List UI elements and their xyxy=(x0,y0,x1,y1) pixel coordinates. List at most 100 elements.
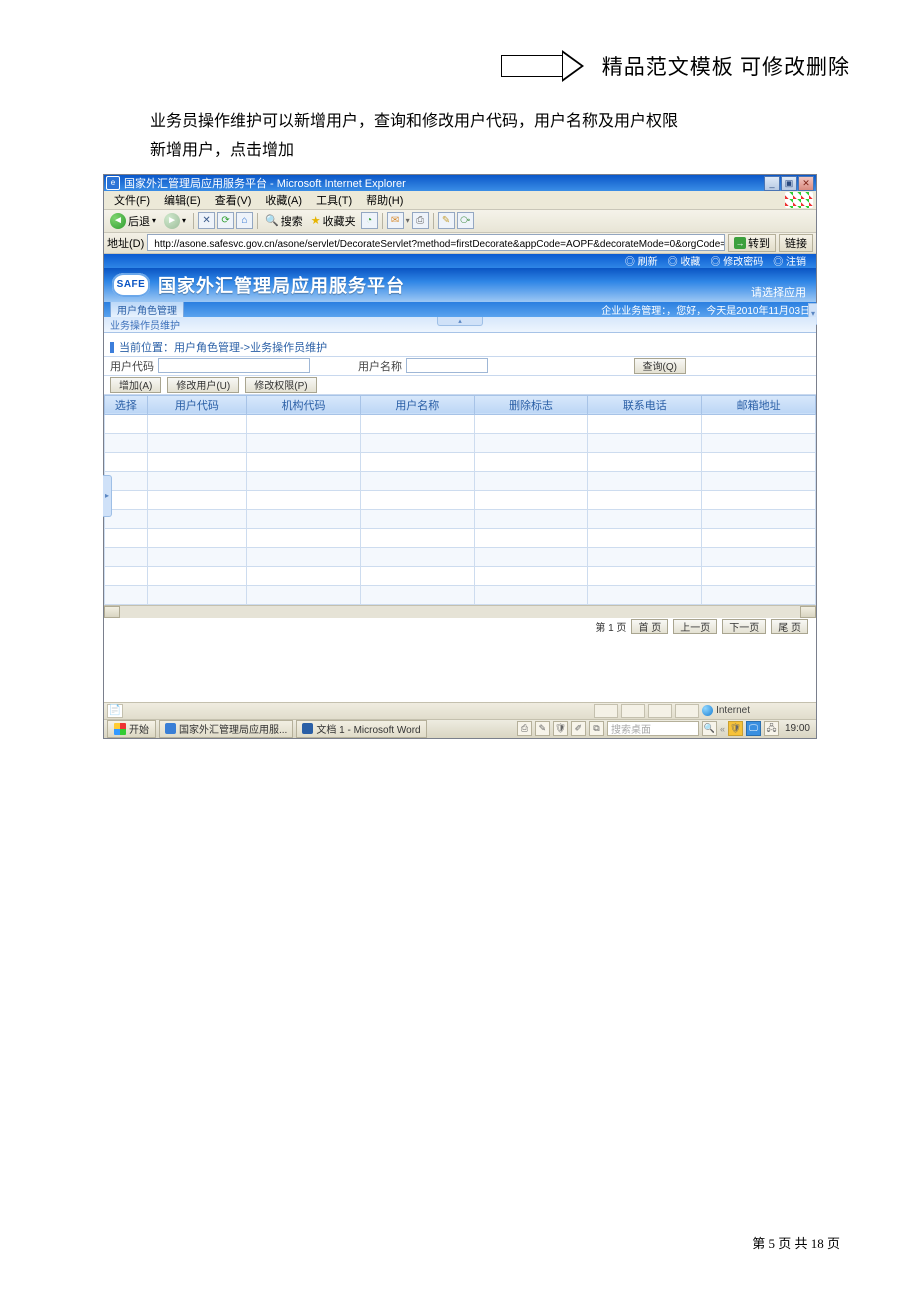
page-footer: 第 5 页 共 18 页 xyxy=(752,1233,840,1252)
home-button[interactable]: ⌂ xyxy=(236,212,253,229)
subnav-label[interactable]: 业务操作员维护 xyxy=(110,317,180,332)
menu-file[interactable]: 文件(F) xyxy=(108,191,156,209)
favorites-button[interactable]: ★ 收藏夹 xyxy=(308,212,359,230)
address-input[interactable]: http://asone.safesvc.gov.cn/asone/servle… xyxy=(147,234,725,251)
blank-area xyxy=(104,636,816,702)
desktop-search[interactable]: 搜索桌面 xyxy=(607,721,699,736)
print-button[interactable]: ⎙ xyxy=(412,212,429,229)
search-button[interactable]: 🔍 搜索 xyxy=(262,212,306,230)
security-zone[interactable]: Internet xyxy=(702,705,750,716)
doc-header: 精品范文模板 可修改删除 xyxy=(70,50,850,82)
table-row[interactable] xyxy=(105,452,816,471)
refresh-button[interactable]: ⟳ xyxy=(217,212,234,229)
input-user-code[interactable] xyxy=(158,358,310,373)
table-row[interactable] xyxy=(105,433,816,452)
tray-icon[interactable]: ✎ xyxy=(535,721,550,736)
table-row[interactable] xyxy=(105,528,816,547)
ie-addressbar: 地址(D) http://asone.safesvc.gov.cn/asone/… xyxy=(104,233,816,254)
search-icon: 🔍 xyxy=(265,214,279,227)
splitter-handle[interactable]: ▴ xyxy=(437,317,483,326)
go-label: 转到 xyxy=(748,235,770,251)
back-button[interactable]: ◄ 后退 ▾ xyxy=(107,212,159,230)
scroll-left-button[interactable] xyxy=(104,606,120,618)
left-collapse-handle[interactable]: ▸ xyxy=(103,475,112,517)
toplink-fav[interactable]: 收藏 xyxy=(668,253,701,268)
tray-shield-icon[interactable]: 🛡 xyxy=(728,721,743,736)
edit-button[interactable]: ✎ xyxy=(438,212,455,229)
menu-help[interactable]: 帮助(H) xyxy=(360,191,409,209)
tray-expand-icon[interactable]: « xyxy=(720,724,725,734)
col-orgcode[interactable]: 机构代码 xyxy=(247,395,361,414)
search-go-button[interactable]: 🔍 xyxy=(702,721,717,736)
col-usercode[interactable]: 用户代码 xyxy=(147,395,247,414)
first-page-button[interactable]: 首 页 xyxy=(631,619,668,634)
toplink-logout[interactable]: 注销 xyxy=(773,253,806,268)
select-app-link[interactable]: 请选择应用 xyxy=(751,284,806,300)
tray-icon[interactable]: ⧉ xyxy=(589,721,604,736)
scroll-right-button[interactable] xyxy=(800,606,816,618)
mail-button[interactable]: ✉ xyxy=(387,212,404,229)
star-icon: ★ xyxy=(311,214,321,227)
add-button[interactable]: 增加(A) xyxy=(110,377,161,393)
clock[interactable]: 19:00 xyxy=(782,723,813,734)
menu-tools[interactable]: 工具(T) xyxy=(310,191,358,209)
menu-view[interactable]: 查看(V) xyxy=(209,191,258,209)
word-icon xyxy=(302,723,313,734)
table-row[interactable] xyxy=(105,509,816,528)
tab-user-role-mgmt[interactable]: 用户角色管理 xyxy=(110,301,184,317)
status-slot xyxy=(648,704,672,718)
links-button[interactable]: 链接 xyxy=(779,234,813,252)
arrow-icon xyxy=(501,50,584,82)
tray-network-icon[interactable]: 🖧 xyxy=(764,721,779,736)
forward-button[interactable]: ► ▾ xyxy=(161,212,189,230)
ie-statusbar: 📄 Internet xyxy=(104,702,816,719)
col-delflag[interactable]: 删除标志 xyxy=(474,395,588,414)
edit-user-button[interactable]: 修改用户(U) xyxy=(167,377,239,393)
table-row[interactable] xyxy=(105,414,816,433)
taskbar-item-ie[interactable]: 国家外汇管理局应用服... xyxy=(159,720,293,738)
close-button[interactable]: ✕ xyxy=(798,176,814,191)
table-row[interactable] xyxy=(105,566,816,585)
status-text: 企业业务管理：，您好，今天是2010年11月03日 xyxy=(601,302,810,317)
toplink-pwd[interactable]: 修改密码 xyxy=(710,253,763,268)
research-button[interactable]: ⧂ xyxy=(457,212,474,229)
tray-icon[interactable]: 🛡 xyxy=(553,721,568,736)
col-username[interactable]: 用户名称 xyxy=(360,395,474,414)
start-button[interactable]: 开始 xyxy=(107,720,156,738)
table-row[interactable] xyxy=(105,585,816,604)
query-button[interactable]: 查询(Q) xyxy=(634,358,686,374)
ie-icon: e xyxy=(106,176,120,190)
next-page-button[interactable]: 下一页 xyxy=(722,619,766,634)
table-row[interactable] xyxy=(105,471,816,490)
table-row[interactable] xyxy=(105,547,816,566)
toplink-refresh[interactable]: 刷新 xyxy=(625,253,658,268)
windows-flag-icon xyxy=(114,723,126,735)
tray-icon[interactable]: ⎙ xyxy=(517,721,532,736)
breadcrumb-text: 当前位置：用户角色管理->业务操作员维护 xyxy=(119,339,327,355)
back-arrow-icon: ◄ xyxy=(110,213,126,229)
input-user-name[interactable] xyxy=(406,358,488,373)
go-button[interactable]: → 转到 xyxy=(728,234,776,252)
tray-icon[interactable]: ✐ xyxy=(571,721,586,736)
col-email[interactable]: 邮箱地址 xyxy=(702,395,816,414)
menu-fav[interactable]: 收藏(A) xyxy=(259,191,308,209)
taskbar-item-word[interactable]: 文档 1 - Microsoft Word xyxy=(296,720,426,738)
body-line-2: 新增用户，点击增加 xyxy=(150,139,850,164)
label-user-name: 用户名称 xyxy=(358,358,402,374)
stop-button[interactable]: ✕ xyxy=(198,212,215,229)
edit-perm-button[interactable]: 修改权限(P) xyxy=(245,377,316,393)
prev-page-button[interactable]: 上一页 xyxy=(673,619,717,634)
tray-display-icon[interactable]: 🖵 xyxy=(746,721,761,736)
search-placeholder: 搜索桌面 xyxy=(611,721,651,736)
minimize-button[interactable]: _ xyxy=(764,176,780,191)
favorites-label: 收藏夹 xyxy=(323,213,356,229)
h-scrollbar[interactable] xyxy=(104,605,816,618)
status-slot xyxy=(594,704,618,718)
history-button[interactable]: ◔ xyxy=(361,212,378,229)
table-row[interactable] xyxy=(105,490,816,509)
col-phone[interactable]: 联系电话 xyxy=(588,395,702,414)
restore-button[interactable]: ▣ xyxy=(781,176,797,191)
col-select[interactable]: 选择 xyxy=(105,395,148,414)
menu-edit[interactable]: 编辑(E) xyxy=(158,191,207,209)
last-page-button[interactable]: 尾 页 xyxy=(771,619,808,634)
